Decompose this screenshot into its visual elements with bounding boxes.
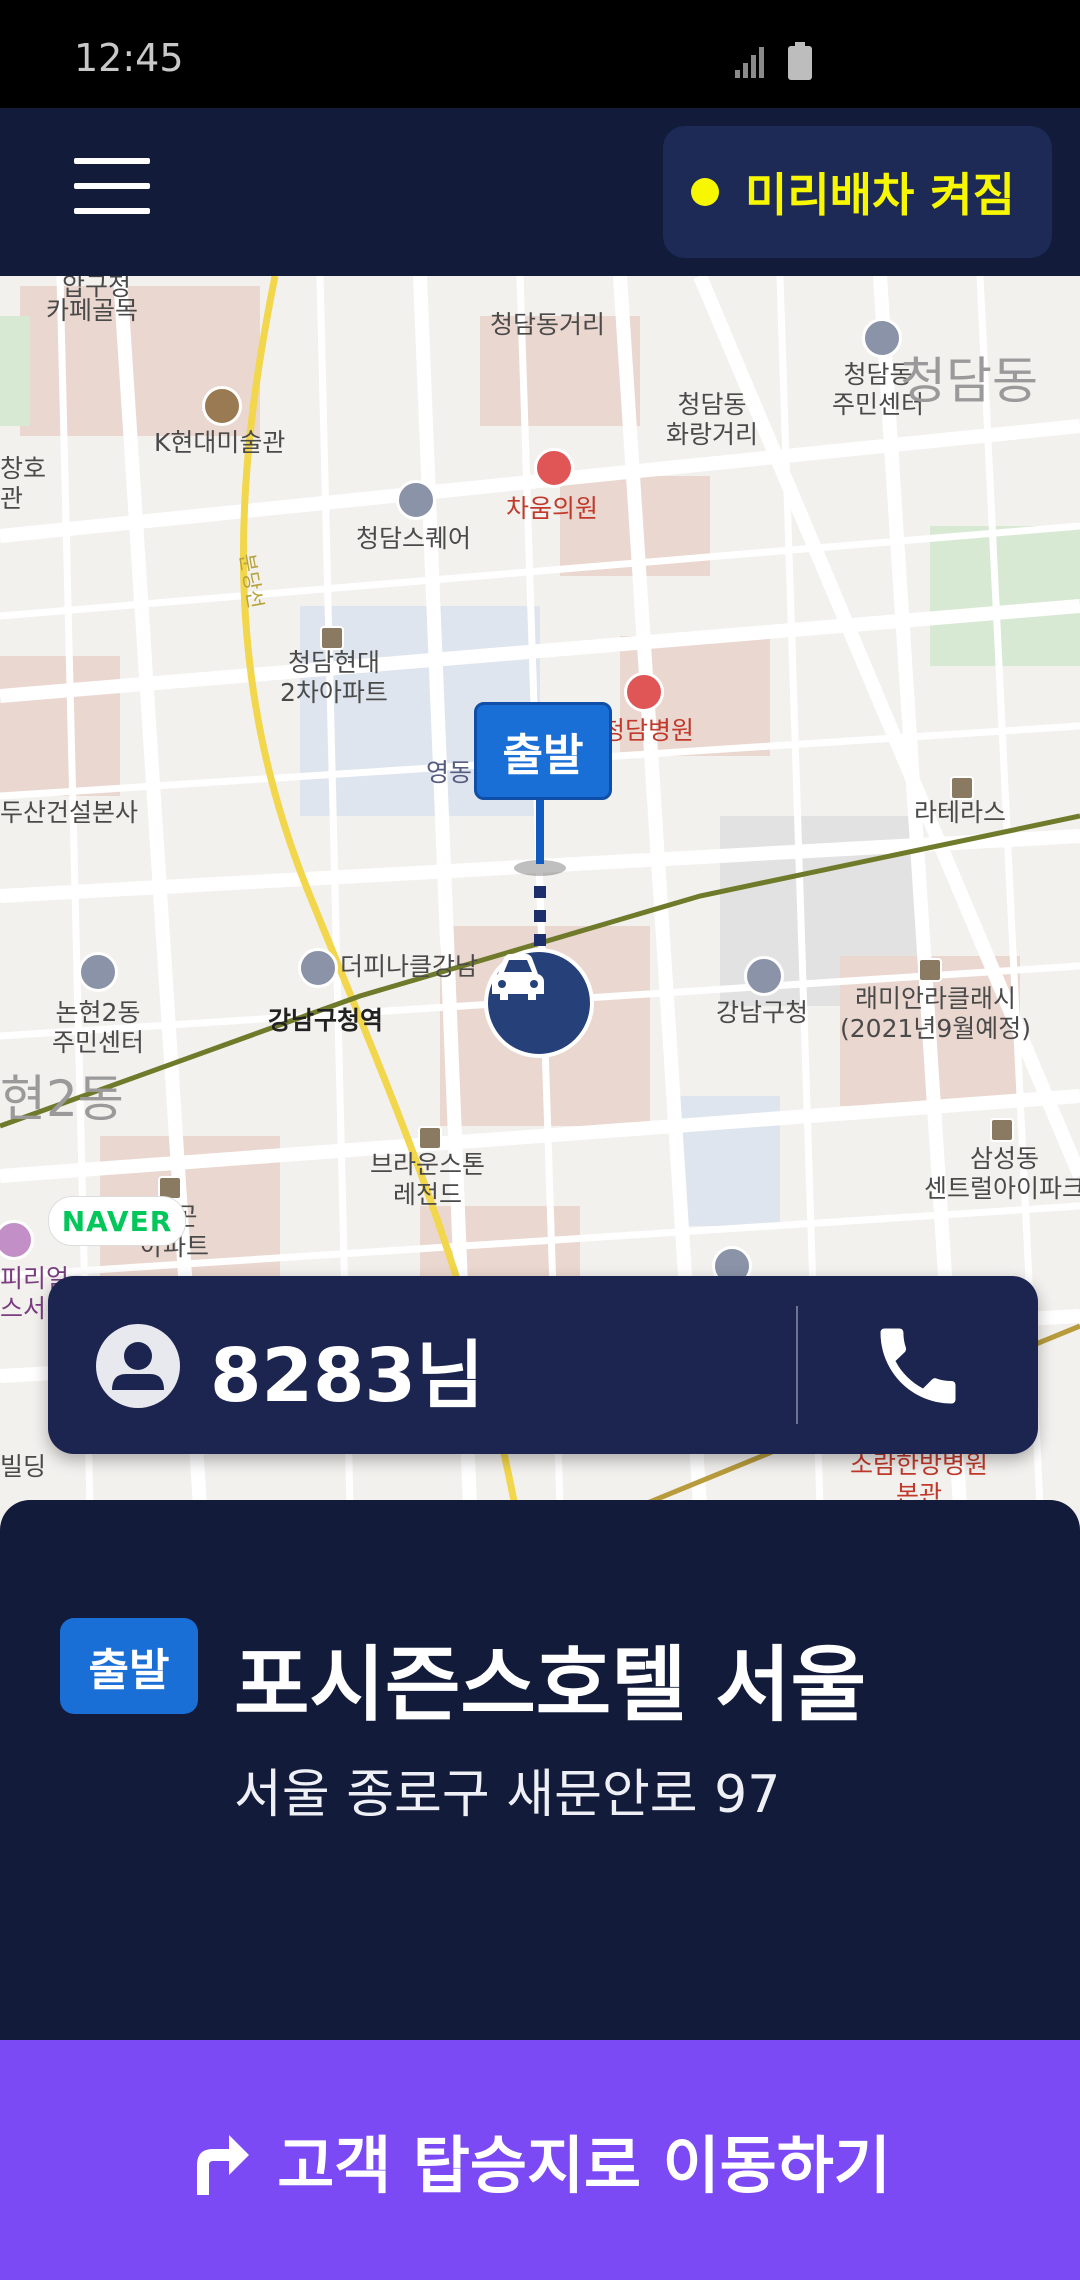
driver-car-marker[interactable]	[484, 948, 594, 1058]
apartment-icon	[918, 958, 942, 982]
passenger-card: 8283님	[48, 1276, 1038, 1454]
map-label: 삼성동 센트럴아이파크	[924, 1144, 1080, 1203]
map-label: 청담현대 2차아파트	[280, 648, 388, 707]
pre-dispatch-toggle[interactable]: 미리배차 켜짐	[663, 126, 1052, 258]
move-to-pickup-label: 고객 탑승지로 이동하기	[277, 2129, 891, 2202]
map-label: 라테라스	[914, 798, 1007, 827]
move-to-pickup-button[interactable]: 고객 탑승지로 이동하기	[0, 2040, 1080, 2280]
map-label: 청담동	[900, 352, 1038, 410]
building-icon	[396, 480, 436, 520]
map-label: 강남구청	[716, 998, 809, 1027]
map-label: 현2동	[0, 1070, 124, 1128]
museum-icon	[202, 386, 242, 426]
call-button[interactable]	[868, 1316, 968, 1416]
map-label: 청담병원	[602, 716, 695, 745]
apartment-icon	[320, 626, 344, 650]
pickup-marker[interactable]: 출발	[474, 702, 612, 800]
map-label: 소람한방병원 본관	[850, 1450, 989, 1506]
status-bar: 12:45	[0, 0, 1080, 108]
signal-icon	[735, 47, 764, 78]
hospital-icon	[624, 672, 664, 712]
status-time: 12:45	[74, 36, 184, 80]
map-label: 영동	[426, 758, 473, 787]
pre-dispatch-label: 미리배차 켜짐	[745, 168, 1015, 222]
map-label: K현대미술관	[154, 428, 286, 457]
apartment-icon	[990, 1118, 1014, 1142]
apartment-icon	[950, 776, 974, 800]
app-header: 미리배차 켜짐	[0, 108, 1080, 276]
map-label: 논현2동 주민센터	[52, 998, 145, 1057]
divider	[796, 1306, 798, 1424]
map-label: 창호 관	[0, 454, 47, 513]
departure-tag: 출발	[60, 1618, 198, 1714]
phone-icon	[880, 1328, 956, 1404]
car-icon	[492, 954, 544, 1000]
user-avatar-icon	[96, 1324, 180, 1408]
map-label: 두산건설본사	[0, 798, 139, 827]
map-label: 브라운스톤 레전드	[370, 1150, 486, 1209]
building-icon	[298, 948, 338, 988]
pickup-address: 서울 종로구 새문안로 97	[234, 1765, 781, 1825]
government-icon	[862, 318, 902, 358]
map-label: 강남구청역	[268, 1006, 384, 1035]
menu-button[interactable]	[74, 158, 150, 222]
map-label: 래미안라클래시 (2021년9월예정)	[840, 984, 1032, 1043]
map-label: 빌딩	[0, 1452, 47, 1481]
battery-icon	[788, 42, 812, 80]
map-label: 청담스퀘어	[356, 524, 472, 553]
menu-icon	[74, 158, 150, 164]
government-icon	[78, 952, 118, 992]
status-dot-icon	[691, 178, 719, 206]
passenger-name: 8283님	[210, 1333, 485, 1419]
map-label: 청담동거리	[490, 310, 606, 339]
map-label: 차움의원	[506, 494, 599, 523]
naver-logo: NAVER	[48, 1196, 186, 1246]
government-icon	[744, 956, 784, 996]
apartment-icon	[418, 1126, 442, 1150]
turn-right-arrow-icon	[197, 2135, 250, 2195]
pickup-info-panel: 출발 포시즌스호텔 서울 서울 종로구 새문안로 97	[0, 1500, 1080, 2040]
map-label: 청담동 화랑거리	[666, 390, 759, 449]
hospital-icon	[534, 448, 574, 488]
pickup-place-name: 포시즌스호텔 서울	[234, 1638, 867, 1733]
map-label: 더피나클강남	[340, 952, 479, 981]
map-label: 카페골목	[46, 296, 139, 325]
